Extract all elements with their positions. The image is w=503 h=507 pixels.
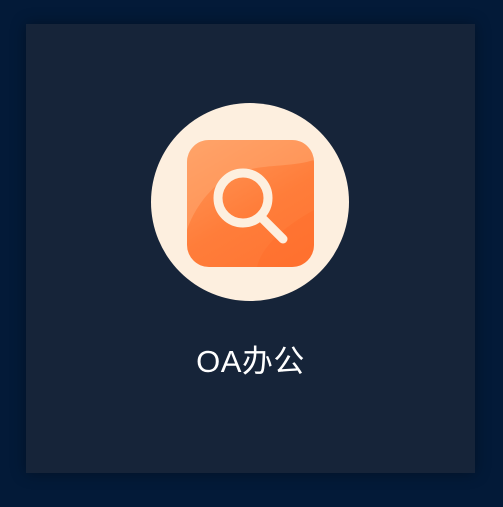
page: OA办公 (0, 0, 503, 507)
search-icon (187, 140, 314, 267)
app-label: OA办公 (196, 344, 305, 379)
app-icon-badge (151, 103, 349, 301)
app-card[interactable]: OA办公 (26, 24, 475, 473)
app-icon-tile (187, 140, 314, 267)
